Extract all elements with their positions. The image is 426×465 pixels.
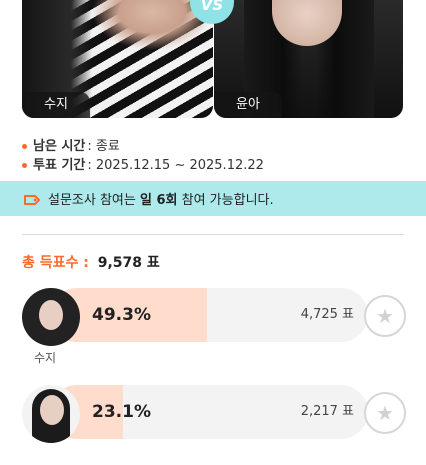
candidate-name-tag-left: 수지 — [22, 92, 90, 118]
star-icon: ★ — [376, 401, 394, 425]
notice-highlight: 일 6회 — [140, 193, 178, 208]
candidate-row: 23.1% 2,217 표 ★ — [22, 385, 406, 465]
candidate-name: 수지 — [34, 351, 57, 365]
vote-button[interactable]: ★ — [364, 295, 406, 337]
vote-info: 남은 시간 : 종료 투표 기간 : 2025.12.15 ~ 2025.12.… — [22, 137, 264, 175]
total-votes-label: 총 득표수 : — [22, 255, 89, 271]
total-votes: 총 득표수 : 9,578 표 — [22, 252, 160, 272]
divider — [22, 234, 404, 235]
vote-button[interactable]: ★ — [364, 392, 406, 434]
hero-banner: 수지 윤아 VS — [0, 0, 426, 122]
star-icon: ★ — [376, 304, 394, 328]
ticket-icon — [24, 192, 40, 206]
vote-bar: 49.3% 4,725 표 — [50, 288, 368, 342]
avatar — [22, 385, 80, 443]
vote-count: 2,217 표 — [300, 404, 354, 419]
bullet-icon — [22, 144, 27, 149]
vote-bar: 23.1% 2,217 표 — [50, 385, 368, 439]
avatar — [22, 288, 80, 346]
vote-percent: 23.1% — [92, 402, 151, 422]
vote-period-row: 투표 기간 : 2025.12.15 ~ 2025.12.22 — [22, 156, 264, 175]
vote-period-label: 투표 기간 — [33, 158, 86, 173]
vote-percent: 49.3% — [92, 305, 151, 325]
bullet-icon — [22, 163, 27, 168]
candidate-row: 49.3% 4,725 표 수지 ★ — [22, 288, 406, 368]
remaining-time-label: 남은 시간 — [33, 139, 86, 154]
vote-count: 4,725 표 — [300, 307, 354, 322]
remaining-time-row: 남은 시간 : 종료 — [22, 137, 264, 156]
notice-text: 설문조사 참여는 일 6회 참여 가능합니다. — [48, 193, 274, 208]
vote-period-value: : 2025.12.15 ~ 2025.12.22 — [87, 158, 264, 173]
participation-notice: 설문조사 참여는 일 6회 참여 가능합니다. — [0, 181, 426, 216]
total-votes-count: 9,578 표 — [97, 255, 160, 271]
remaining-time-value: : 종료 — [87, 139, 120, 154]
candidate-photo-right[interactable]: 윤아 — [214, 0, 403, 118]
candidate-photo-left[interactable]: 수지 — [22, 0, 213, 118]
candidate-name-tag-right: 윤아 — [214, 92, 282, 118]
